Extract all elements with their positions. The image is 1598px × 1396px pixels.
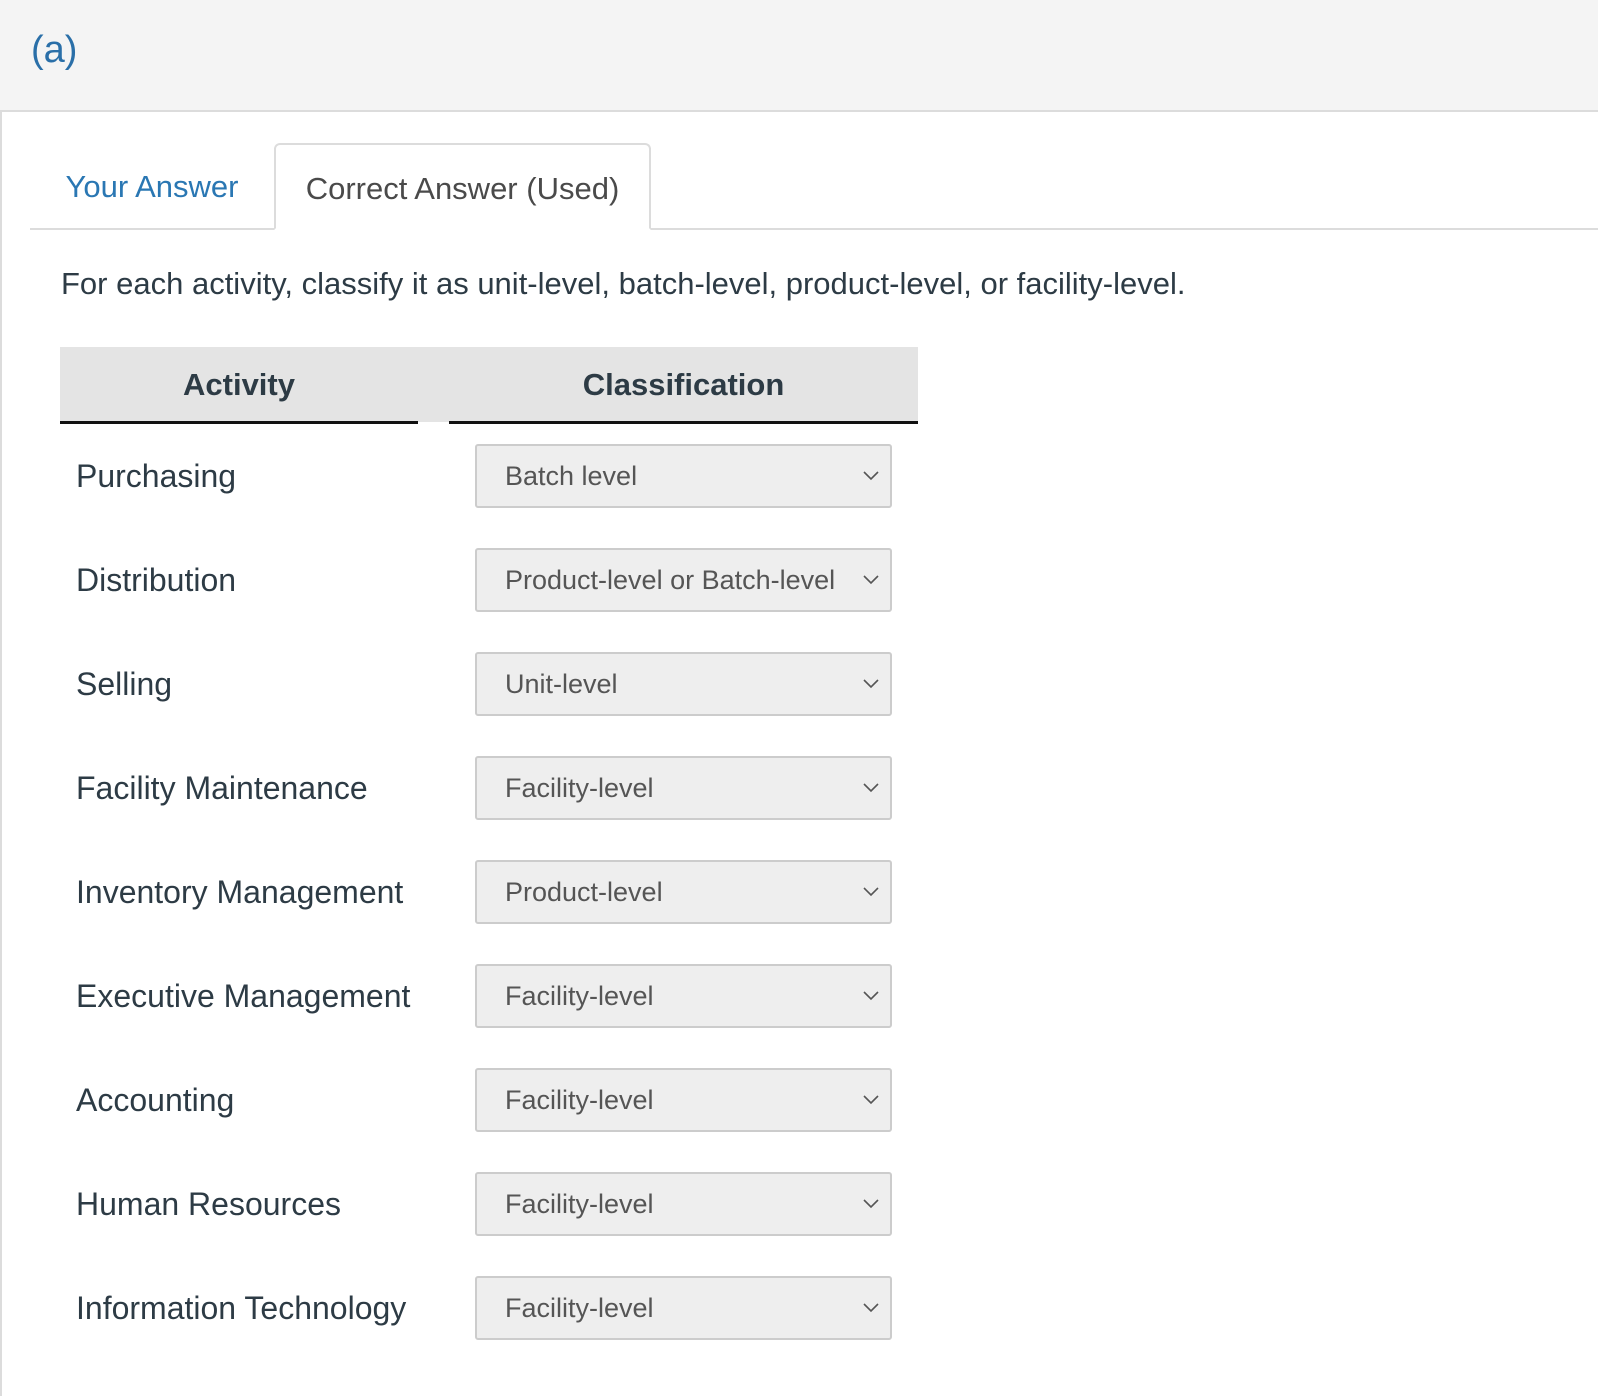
- table-row: Purchasing Batch level: [60, 444, 918, 548]
- activity-label: Inventory Management: [76, 874, 404, 910]
- classification-selected-value: Facility-level: [505, 1293, 654, 1323]
- activity-label: Distribution: [76, 562, 237, 598]
- table-row: Distribution Product-level or Batch-level: [60, 548, 918, 652]
- activity-label: Human Resources: [76, 1186, 341, 1222]
- chevron-down-icon: [863, 783, 879, 793]
- classification-select[interactable]: Product-level: [475, 860, 892, 924]
- table-row: Inventory Management Product-level: [60, 860, 918, 964]
- activity-label: Facility Maintenance: [76, 770, 368, 806]
- part-label: (a): [31, 29, 78, 71]
- chevron-down-icon: [863, 1095, 879, 1105]
- classification-select[interactable]: Batch level: [475, 444, 892, 508]
- table-row: Information Technology Facility-level: [60, 1276, 918, 1380]
- chevron-down-icon: [863, 1199, 879, 1209]
- chevron-down-icon: [863, 679, 879, 689]
- classification-select[interactable]: Unit-level: [475, 652, 892, 716]
- classification-selected-value: Facility-level: [505, 1189, 654, 1219]
- answer-tabs: Your Answer Correct Answer (Used): [30, 143, 1598, 230]
- chevron-down-icon: [863, 575, 879, 585]
- classification-select[interactable]: Facility-level: [475, 964, 892, 1028]
- table-row: Human Resources Facility-level: [60, 1172, 918, 1276]
- classification-select[interactable]: Facility-level: [475, 756, 892, 820]
- classification-selected-value: Facility-level: [505, 981, 654, 1011]
- activity-label: Purchasing: [76, 458, 237, 494]
- part-header: (a): [0, 0, 1598, 112]
- classification-select[interactable]: Facility-level: [475, 1068, 892, 1132]
- header-underline-activity: [60, 421, 418, 424]
- activity-label: Selling: [76, 666, 173, 702]
- classification-selected-value: Product-level or Batch-level: [505, 565, 836, 595]
- classification-selected-value: Facility-level: [505, 1085, 654, 1115]
- tab-your-answer[interactable]: Your Answer: [30, 143, 274, 230]
- table-row: Selling Unit-level: [60, 652, 918, 756]
- chevron-down-icon: [863, 471, 879, 481]
- table-row: Accounting Facility-level: [60, 1068, 918, 1172]
- classification-select[interactable]: Facility-level: [475, 1172, 892, 1236]
- classification-select[interactable]: Facility-level: [475, 1276, 892, 1340]
- tab-correct-answer[interactable]: Correct Answer (Used): [274, 143, 651, 230]
- instructions-text: For each activity, classify it as unit-l…: [61, 266, 1186, 301]
- classification-selected-value: Facility-level: [505, 773, 654, 803]
- chevron-down-icon: [863, 991, 879, 1001]
- activity-label: Executive Management: [76, 978, 411, 1014]
- table-row: Facility Maintenance Facility-level: [60, 756, 918, 860]
- classification-selected-value: Batch level: [505, 461, 638, 491]
- chevron-down-icon: [863, 887, 879, 897]
- table-header: Activity Classification: [60, 347, 918, 422]
- table-row: Executive Management Facility-level: [60, 964, 918, 1068]
- activity-label: Information Technology: [76, 1290, 407, 1326]
- classification-selected-value: Unit-level: [505, 669, 618, 699]
- column-header-activity: Activity: [183, 367, 295, 402]
- classification-select[interactable]: Product-level or Batch-level: [475, 548, 892, 612]
- activity-label: Accounting: [76, 1082, 235, 1118]
- classification-selected-value: Product-level: [505, 877, 663, 907]
- header-underline-classification: [449, 421, 918, 424]
- chevron-down-icon: [863, 1303, 879, 1313]
- column-header-classification: Classification: [582, 367, 785, 402]
